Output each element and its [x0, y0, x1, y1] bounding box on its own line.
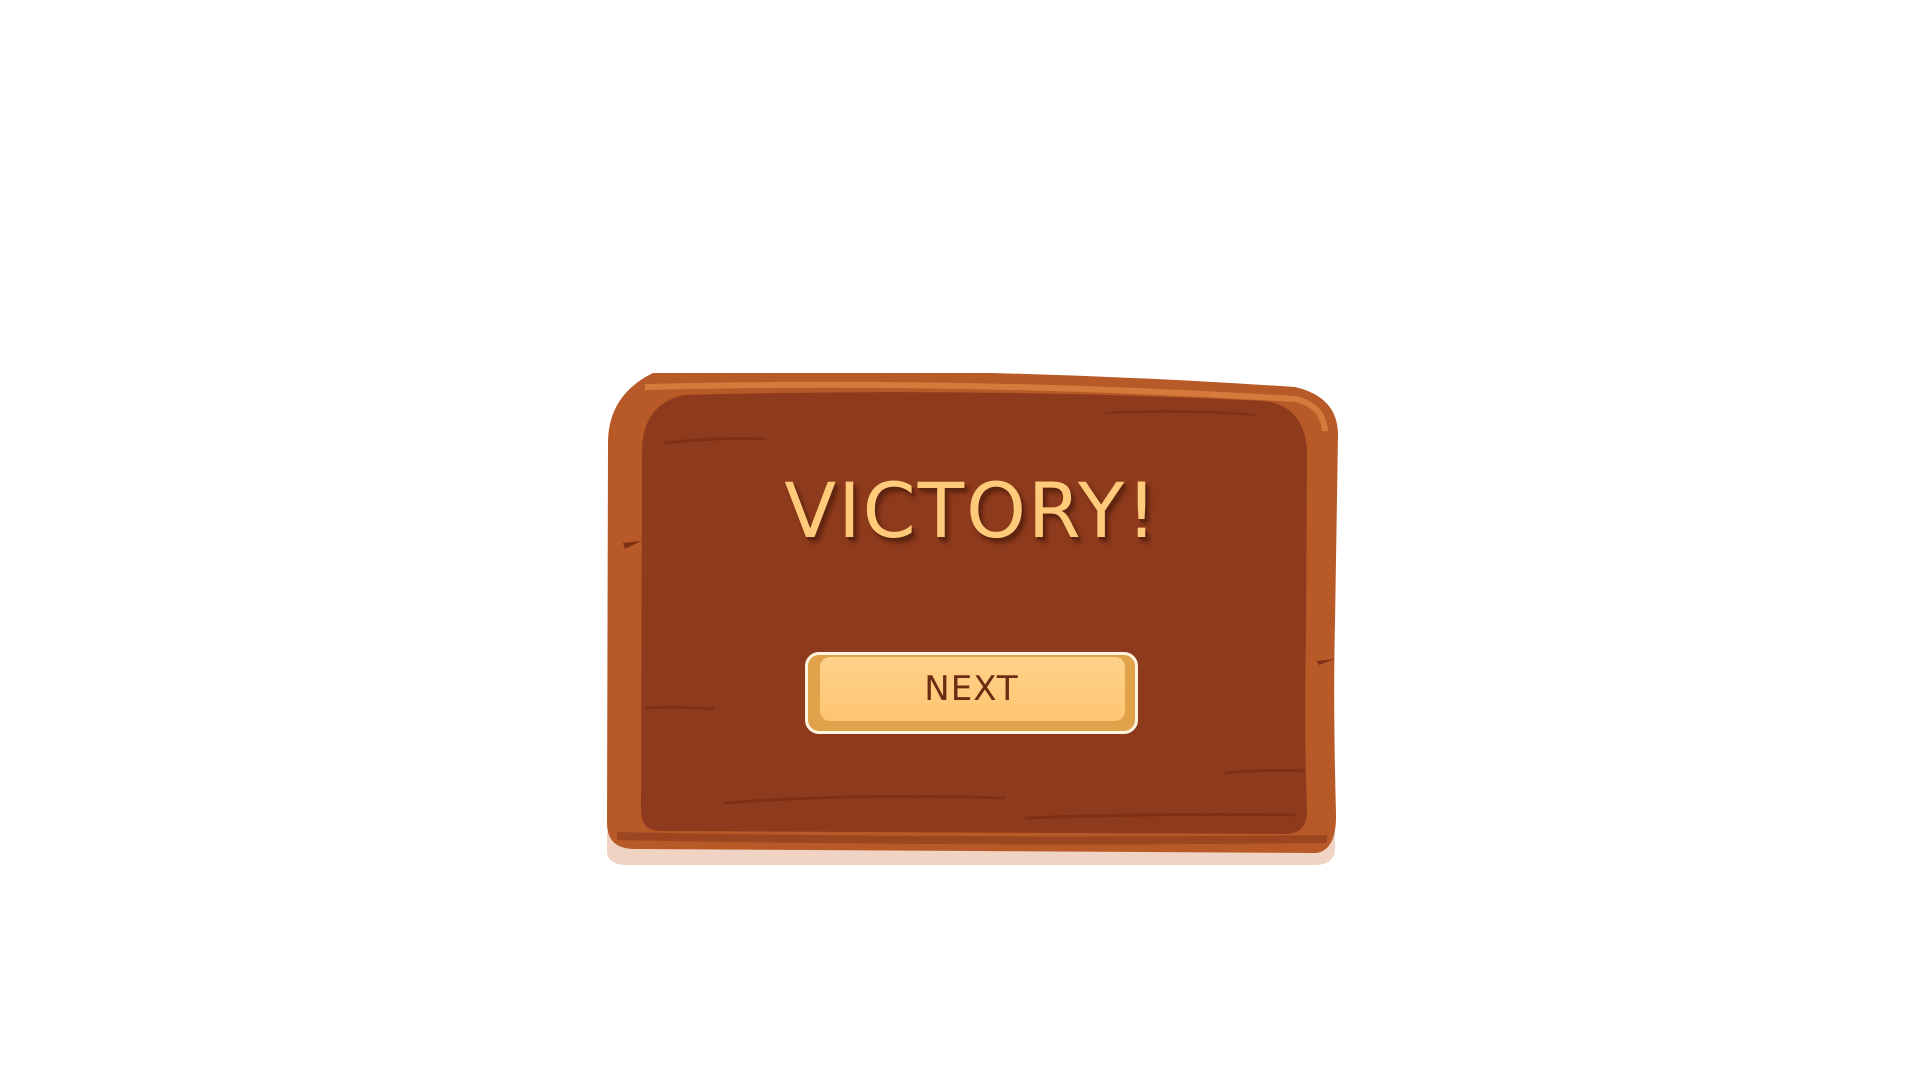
victory-screen: VICTORY! NEXT — [0, 0, 1920, 1080]
victory-dialog: VICTORY! NEXT — [605, 373, 1338, 865]
wooden-board-panel-icon — [607, 373, 1338, 865]
next-button[interactable]: NEXT — [805, 652, 1138, 734]
victory-title: VICTORY! — [784, 466, 1159, 555]
next-button-label: NEXT — [924, 669, 1019, 709]
